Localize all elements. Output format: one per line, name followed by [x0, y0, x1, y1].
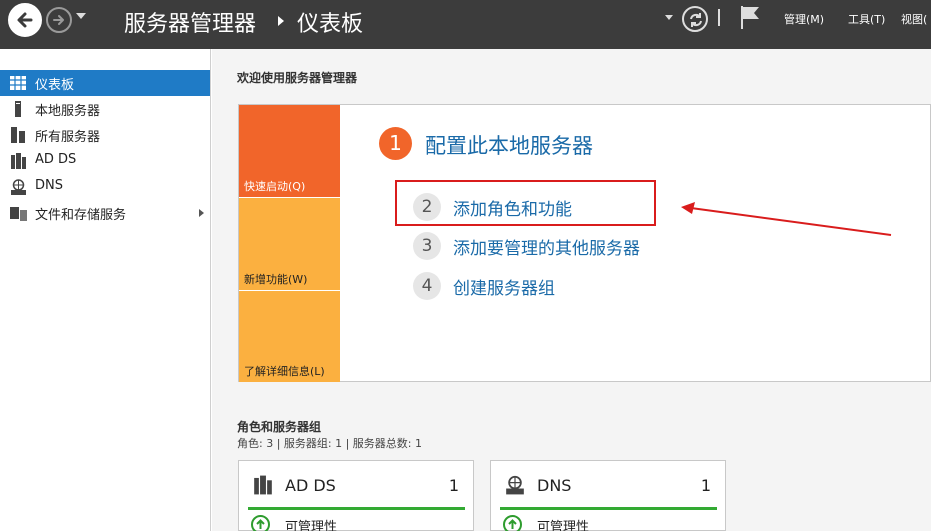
roles-summary: 角色: 3 | 服务器组: 1 | 服务器总数: 1 — [237, 437, 423, 450]
ad-ds-icon — [11, 153, 26, 169]
welcome-heading: 欢迎使用服务器管理器 — [237, 71, 358, 85]
refresh-icon — [690, 13, 702, 27]
sidebar-item-label: 本地服务器 — [35, 104, 101, 119]
sidebar-item-label: DNS — [35, 178, 63, 193]
tab-label: 了解详细信息(L) — [244, 365, 325, 378]
configure-local-server-link[interactable]: 配置此本地服务器 — [425, 130, 593, 160]
step-1-badge: 1 — [379, 127, 412, 160]
tab-quick-start[interactable]: 快速启动(Q) — [239, 105, 340, 197]
step-3-badge: 3 — [413, 232, 441, 260]
role-name: AD DS — [285, 476, 336, 495]
role-card-dns[interactable]: DNS 1 可管理性 — [490, 460, 726, 531]
arrow-up-circle-icon — [251, 515, 270, 531]
sidebar-item-local-server[interactable]: 本地服务器 — [0, 96, 210, 122]
arrow-up-circle-icon — [503, 515, 522, 531]
notifications-flag-icon[interactable] — [740, 5, 762, 31]
role-card-ad-ds[interactable]: AD DS 1 可管理性 — [238, 460, 474, 531]
add-other-servers-link[interactable]: 添加要管理的其他服务器 — [453, 234, 640, 259]
role-count: 1 — [448, 476, 459, 495]
menu-manage[interactable]: 管理(M) — [784, 11, 824, 27]
quickstart-panel: 快速启动(Q) 新增功能(W) 了解详细信息(L) 1 配置此本地服务器 2 添… — [238, 104, 931, 382]
arrow-right-icon — [53, 15, 64, 25]
role-count: 1 — [700, 476, 711, 495]
sidebar-item-label: 仪表板 — [35, 78, 75, 93]
annotation-arrow-icon — [681, 202, 892, 236]
menu-view[interactable]: 视图( — [901, 11, 927, 27]
role-name: DNS — [537, 476, 572, 495]
chevron-right-icon[interactable] — [199, 209, 204, 217]
back-button[interactable] — [8, 3, 42, 37]
chevron-down-icon[interactable] — [665, 15, 673, 20]
breadcrumb-separator-icon — [278, 16, 284, 26]
step-4-badge: 4 — [413, 272, 441, 300]
dns-icon — [11, 179, 26, 195]
breadcrumb-app[interactable]: 服务器管理器 — [124, 6, 256, 38]
sidebar-item-all-servers[interactable]: 所有服务器 — [0, 122, 210, 148]
arrow-left-icon — [17, 12, 33, 28]
status-bar — [248, 507, 465, 510]
refresh-button[interactable] — [682, 6, 708, 32]
title-bar: 服务器管理器 仪表板 管理(M) 工具(T) 视图( — [0, 0, 931, 49]
manageability-status[interactable]: 可管理性 — [285, 516, 337, 531]
sidebar-item-dns[interactable]: DNS — [0, 174, 210, 200]
dashboard-icon — [10, 76, 26, 90]
sidebar-item-label: 所有服务器 — [35, 130, 101, 145]
sidebar-item-ad-ds[interactable]: AD DS — [0, 148, 210, 174]
tab-whats-new[interactable]: 新增功能(W) — [239, 198, 340, 290]
history-dropdown-icon[interactable] — [76, 13, 86, 19]
manageability-status[interactable]: 可管理性 — [537, 516, 589, 531]
menu-tools[interactable]: 工具(T) — [848, 11, 885, 27]
breadcrumb-page: 仪表板 — [297, 12, 364, 37]
sidebar-item-dashboard[interactable]: 仪表板 — [0, 70, 210, 96]
tab-label: 新增功能(W) — [244, 273, 308, 286]
create-server-group-link[interactable]: 创建服务器组 — [453, 274, 555, 299]
servers-icon — [11, 127, 25, 143]
tab-label: 快速启动(Q) — [244, 180, 306, 193]
sidebar: 仪表板 本地服务器 所有服务器 AD DS DNS 文件和存储服务 — [0, 49, 211, 531]
annotation-highlight-box — [395, 180, 656, 226]
forward-button[interactable] — [46, 7, 72, 33]
roles-heading: 角色和服务器组 — [237, 420, 322, 434]
sidebar-item-label: 文件和存储服务 — [35, 208, 127, 223]
dns-icon — [506, 475, 524, 495]
storage-icon — [10, 207, 27, 221]
ad-ds-icon — [254, 475, 272, 495]
sidebar-item-file-storage[interactable]: 文件和存储服务 — [0, 200, 210, 226]
server-icon — [15, 101, 21, 117]
sidebar-item-label: AD DS — [35, 152, 77, 167]
toolbar-divider — [718, 9, 720, 26]
tab-learn-more[interactable]: 了解详细信息(L) — [239, 291, 340, 382]
status-bar — [500, 507, 717, 510]
main-content: 欢迎使用服务器管理器 快速启动(Q) 新增功能(W) 了解详细信息(L) 1 配… — [212, 49, 931, 531]
